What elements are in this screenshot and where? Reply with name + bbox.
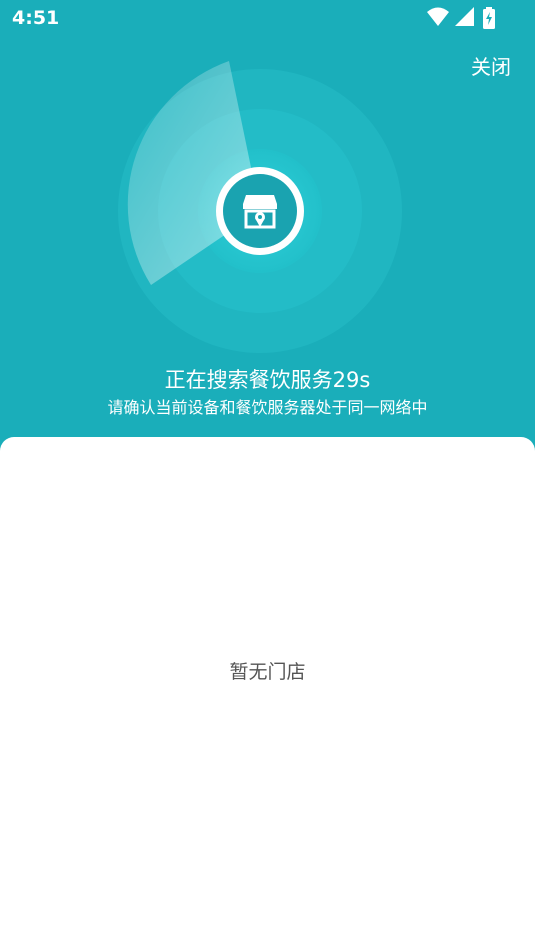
store-location-icon	[243, 195, 277, 229]
search-status-subtitle: 请确认当前设备和餐饮服务器处于同一网络中	[107, 398, 428, 417]
battery-charging-icon	[483, 7, 495, 29]
wifi-icon	[427, 7, 449, 26]
radar-scanner	[111, 55, 409, 353]
close-button[interactable]: 关闭	[471, 51, 511, 80]
cellular-signal-icon	[455, 7, 474, 26]
status-time: 4:51	[12, 7, 60, 29]
search-status-title: 正在搜索餐饮服务29s	[164, 368, 371, 392]
status-bar: 4:51	[0, 0, 535, 36]
store-list-panel: 暂无门店	[0, 437, 535, 951]
empty-state-text: 暂无门店	[229, 661, 306, 683]
